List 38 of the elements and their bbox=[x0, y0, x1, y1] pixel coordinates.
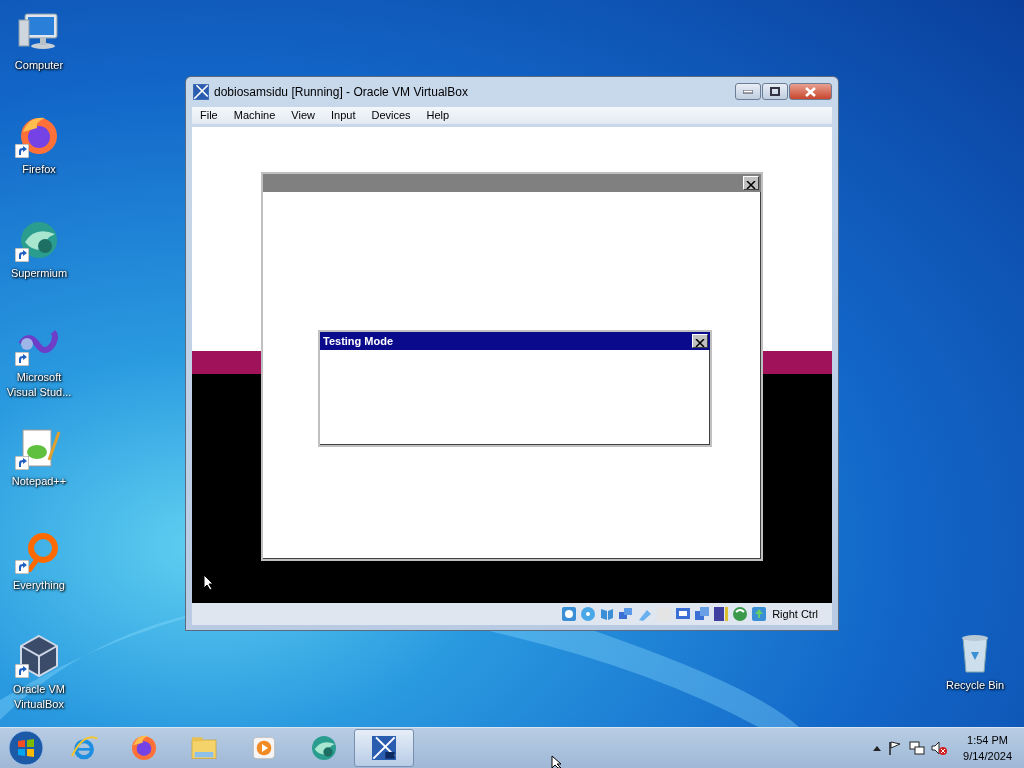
desktop-icon-label[interactable]: Computer bbox=[1, 58, 77, 73]
menu-item[interactable]: Input bbox=[322, 109, 364, 122]
menu-item[interactable]: Help bbox=[418, 109, 458, 122]
maximize-icon bbox=[770, 87, 780, 97]
start-button[interactable] bbox=[6, 729, 46, 767]
menu-item[interactable]: Devices bbox=[363, 109, 419, 122]
shortcut-arrow-icon bbox=[15, 664, 29, 678]
menu-item[interactable]: File bbox=[192, 109, 226, 122]
minimize-icon bbox=[743, 89, 753, 94]
shortcut-arrow-icon bbox=[15, 144, 29, 158]
screen-capture-icon[interactable] bbox=[694, 606, 711, 623]
shortcut-arrow-icon bbox=[15, 560, 29, 574]
shortcut-arrow-icon bbox=[15, 352, 29, 366]
muted-speaker-icon[interactable] bbox=[931, 740, 948, 756]
pointer-icon bbox=[203, 573, 214, 591]
cpu-icon[interactable] bbox=[713, 606, 730, 623]
minimize-button[interactable] bbox=[735, 83, 761, 101]
taskbar-button[interactable] bbox=[354, 729, 414, 767]
pointer-icon bbox=[551, 755, 562, 768]
shortcut-arrow-icon bbox=[15, 248, 29, 262]
app-icon bbox=[192, 82, 210, 101]
desktop-icon-label[interactable]: Firefox bbox=[1, 162, 77, 177]
clock-time[interactable]: 1:54 PM bbox=[967, 732, 1008, 748]
optical-disc-icon[interactable] bbox=[580, 606, 597, 623]
close-icon bbox=[805, 86, 816, 97]
clock-date[interactable]: 9/14/2024 bbox=[963, 748, 1012, 764]
window-title: dobiosamsidu [Running] - Oracle VM VirtualBox bbox=[214, 84, 469, 99]
menu-item[interactable]: Machine bbox=[225, 109, 284, 122]
shortcut-arrow-icon bbox=[15, 456, 29, 470]
desktop-icon-label[interactable]: Recycle Bin bbox=[937, 678, 1013, 693]
host-key-label: Right Ctrl bbox=[772, 608, 818, 621]
network-icon[interactable] bbox=[909, 740, 926, 756]
maximize-button[interactable] bbox=[762, 83, 788, 101]
menu-item[interactable]: View bbox=[283, 109, 323, 122]
audio-icon[interactable] bbox=[599, 606, 616, 623]
dialog-title: Testing Mode bbox=[323, 334, 394, 347]
caret-icon[interactable] bbox=[873, 745, 882, 751]
desktop-icon-label[interactable]: Supermium bbox=[1, 266, 77, 281]
